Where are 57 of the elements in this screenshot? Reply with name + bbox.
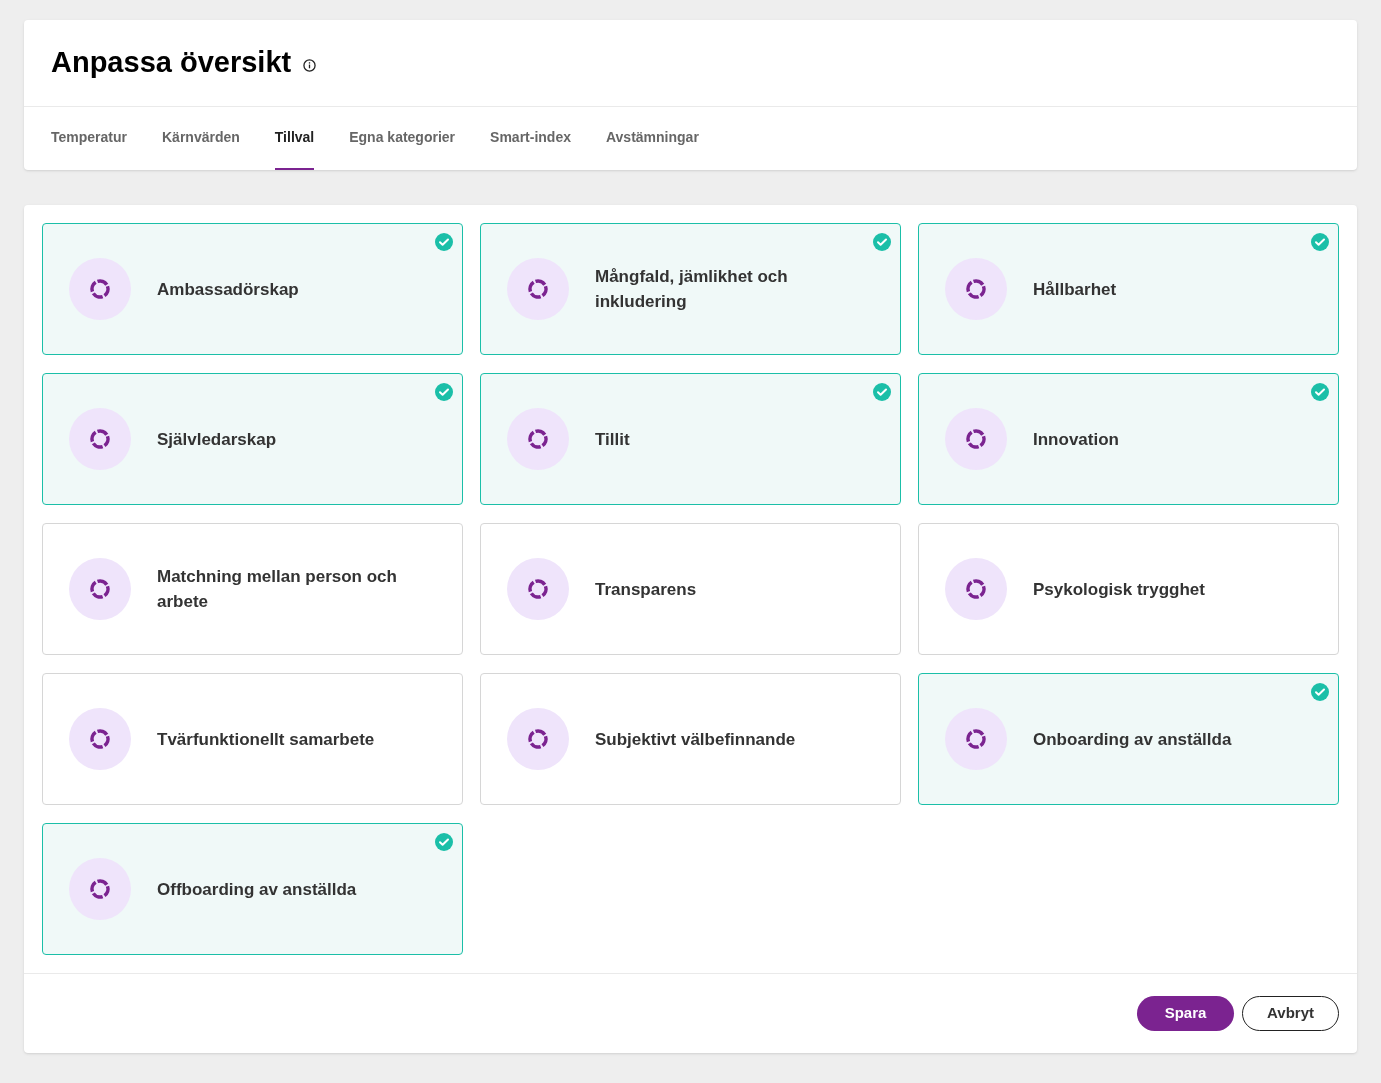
ring-icon: [965, 428, 987, 450]
cancel-button[interactable]: Avbryt: [1242, 996, 1339, 1031]
tab[interactable]: Tillval: [274, 107, 315, 170]
check-icon: [1311, 383, 1329, 401]
ring-icon: [527, 278, 549, 300]
option-card[interactable]: Tvärfunktionellt samarbete: [42, 673, 463, 805]
option-label: Mångfald, jämlikhet och inkludering: [595, 266, 789, 313]
option-label: Offboarding av anställda: [157, 878, 357, 901]
option-label: Matchning mellan person och arbete: [157, 566, 398, 613]
option-card[interactable]: Subjektivt välbefinnande: [480, 673, 901, 805]
info-icon: [303, 58, 317, 72]
tab[interactable]: Egna kategorier: [349, 107, 456, 170]
check-icon: [1311, 683, 1329, 701]
ring-icon: [527, 428, 549, 450]
check-icon: [435, 233, 453, 251]
tab[interactable]: Kärnvärden: [162, 107, 240, 170]
ring-icon: [527, 728, 549, 750]
ring-icon: [89, 428, 111, 450]
option-card[interactable]: Onboarding av anställda: [918, 673, 1339, 805]
option-card[interactable]: Tillit: [480, 373, 901, 505]
ring-icon: [527, 578, 549, 600]
check-icon: [1311, 233, 1329, 251]
option-card[interactable]: Hållbarhet: [918, 223, 1339, 355]
option-label: Psykologisk trygghet: [1033, 578, 1205, 601]
check-icon: [435, 383, 453, 401]
check-icon: [435, 833, 453, 851]
save-button[interactable]: Spara: [1137, 996, 1234, 1031]
ring-icon: [965, 278, 987, 300]
option-card[interactable]: Ambassadörskap: [42, 223, 463, 355]
option-label: Hållbarhet: [1033, 278, 1117, 301]
option-label: Tvärfunktionellt samarbete: [157, 728, 375, 751]
option-label: Transparens: [595, 578, 697, 601]
ring-icon: [89, 728, 111, 750]
option-card[interactable]: Matchning mellan person och arbete: [42, 523, 463, 655]
ring-icon: [89, 278, 111, 300]
option-card[interactable]: Självledarskap: [42, 373, 463, 505]
option-card[interactable]: Innovation: [918, 373, 1339, 505]
tab[interactable]: Temperatur: [51, 107, 127, 170]
ring-icon: [965, 578, 987, 600]
option-card[interactable]: Psykologisk trygghet: [918, 523, 1339, 655]
option-label: Ambassadörskap: [157, 278, 299, 301]
option-label: Självledarskap: [157, 428, 277, 451]
option-card[interactable]: Transparens: [480, 523, 901, 655]
ring-icon: [965, 728, 987, 750]
page-title: Anpassa översikt: [51, 45, 292, 81]
tab[interactable]: Avstämningar: [606, 107, 699, 170]
option-card[interactable]: Offboarding av anställda: [42, 823, 463, 955]
option-card[interactable]: Mångfald, jämlikhet och inkludering: [480, 223, 901, 355]
option-label: Innovation: [1033, 428, 1119, 451]
ring-icon: [89, 878, 111, 900]
tab[interactable]: Smart-index: [490, 107, 571, 170]
option-label: Subjektivt välbefinnande: [595, 728, 796, 751]
option-label: Tillit: [595, 428, 630, 451]
check-icon: [873, 233, 891, 251]
check-icon: [873, 383, 891, 401]
option-label: Onboarding av anställda: [1033, 728, 1232, 751]
ring-icon: [89, 578, 111, 600]
